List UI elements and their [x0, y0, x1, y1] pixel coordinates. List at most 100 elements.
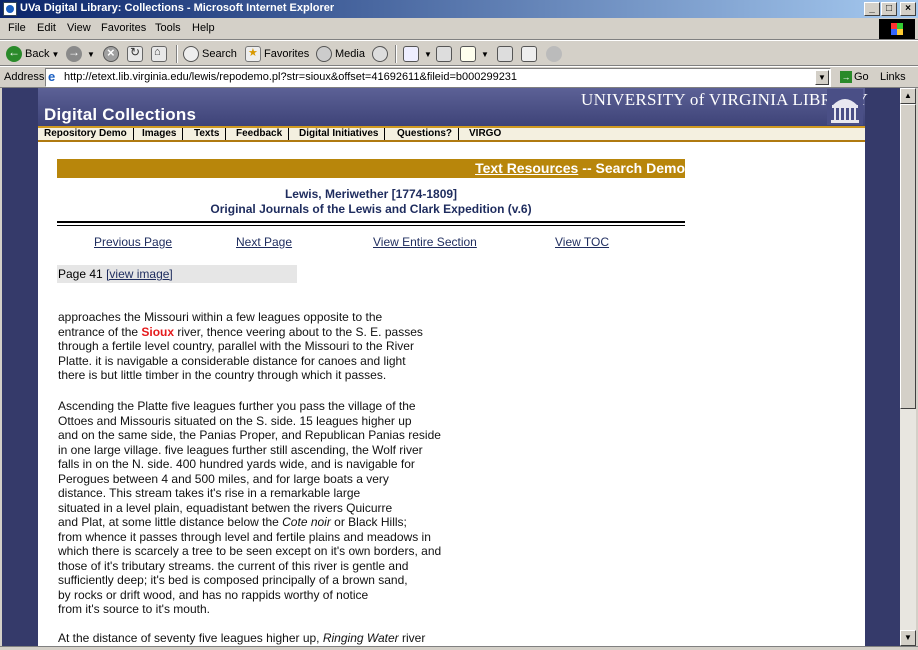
menu-help[interactable]: Help	[192, 22, 215, 34]
previous-page-link[interactable]: Previous Page	[94, 235, 172, 249]
favorites-label: Favorites	[264, 48, 310, 60]
text-line: and Plat, at some little distance below …	[58, 515, 407, 529]
rotunda-logo-icon	[827, 89, 863, 125]
print-button[interactable]	[436, 44, 455, 64]
menu-favorites[interactable]: Favorites	[101, 22, 146, 34]
nav-repository-demo[interactable]: Repository Demo	[44, 128, 134, 140]
italic-place-name: Cote noir	[282, 515, 331, 529]
minimize-button[interactable]: _	[864, 2, 880, 16]
text-resources-link[interactable]: Text Resources	[475, 160, 578, 176]
history-icon	[372, 46, 388, 62]
scroll-thumb[interactable]	[900, 104, 916, 409]
text-line: sufficiently deep; it's bed is composed …	[58, 573, 408, 587]
text-line: Ottoes and Missouris situated on the S. …	[58, 413, 412, 428]
text-paragraph-2: Ascending the Platte five leagues furthe…	[58, 399, 478, 617]
text-line: Ascending the Platte five leagues furthe…	[58, 399, 416, 413]
site-nav: Repository Demo Images Texts Feedback Di…	[38, 126, 865, 142]
mail-icon	[403, 46, 419, 62]
toolbar-separator	[176, 45, 178, 63]
edit-icon	[460, 46, 476, 62]
stop-icon	[103, 45, 119, 62]
back-button[interactable]: Back ▼	[6, 44, 61, 64]
forward-button[interactable]: ▼	[66, 44, 97, 64]
messenger-icon	[546, 46, 562, 62]
text-line: approaches the Missouri within a few lea…	[58, 310, 383, 324]
media-icon	[316, 46, 332, 62]
favorites-button[interactable]: Favorites	[245, 44, 309, 64]
section-header: Text Resources -- Search Demo	[475, 160, 685, 176]
stop-button[interactable]	[103, 44, 122, 64]
nav-images[interactable]: Images	[142, 128, 184, 140]
text-line: Perogues between 4 and 500 miles, and fo…	[58, 471, 389, 486]
search-hit-highlight: Sioux	[141, 324, 175, 339]
menu-view[interactable]: View	[67, 22, 91, 34]
messenger-button[interactable]	[546, 44, 565, 64]
favorites-star-icon	[245, 46, 261, 62]
search-label: Search	[202, 48, 237, 60]
search-button[interactable]: Search	[183, 44, 237, 64]
media-button[interactable]: Media	[316, 44, 365, 64]
maximize-button[interactable]: □	[881, 2, 897, 16]
chevron-down-icon[interactable]: ▼	[424, 50, 432, 59]
research-button[interactable]	[521, 44, 540, 64]
menu-file[interactable]: File	[8, 22, 26, 34]
address-bar: Address e http://etext.lib.virginia.edu/…	[0, 66, 918, 88]
go-arrow-icon: →	[840, 71, 852, 83]
page-viewport: Digital Collections UNIVERSITY of VIRGIN…	[2, 88, 900, 646]
nav-questions[interactable]: Questions?	[397, 128, 460, 140]
history-button[interactable]	[372, 44, 391, 64]
scroll-down-icon[interactable]: ▼	[900, 630, 916, 646]
discuss-button[interactable]	[497, 44, 516, 64]
nav-texts[interactable]: Texts	[194, 128, 227, 140]
chevron-down-icon[interactable]: ▼	[51, 50, 59, 59]
page-right-border	[865, 88, 900, 646]
chevron-down-icon[interactable]: ▼	[481, 50, 489, 59]
view-toc-link[interactable]: View TOC	[555, 235, 609, 249]
view-image-link[interactable]: [view image]	[106, 267, 173, 281]
page-left-border	[2, 88, 38, 646]
close-button[interactable]: ×	[900, 2, 916, 16]
ie-app-icon	[3, 2, 17, 16]
refresh-button[interactable]	[127, 44, 146, 64]
next-page-link[interactable]: Next Page	[236, 235, 292, 249]
text-line: Platte. it is navigable a considerable d…	[58, 353, 406, 368]
text-line: through a fertile level country, paralle…	[58, 339, 414, 353]
home-button[interactable]	[151, 44, 170, 64]
status-bar	[0, 646, 918, 650]
search-demo-label: -- Search Demo	[582, 160, 685, 176]
text-line: At the distance of seventy five leagues …	[58, 631, 426, 645]
nav-digital-initiatives[interactable]: Digital Initiatives	[299, 128, 386, 140]
go-button[interactable]: → Go	[840, 71, 869, 83]
menu-bar: File Edit View Favorites Tools Help	[0, 18, 918, 40]
address-url[interactable]: http://etext.lib.virginia.edu/lewis/repo…	[64, 71, 517, 83]
divider-thin	[57, 225, 685, 226]
mail-button[interactable]: ▼	[403, 44, 434, 64]
text-line: from it's source to it's mouth.	[58, 602, 210, 616]
text-line: those of it's tributary streams. the cur…	[58, 558, 409, 573]
chevron-down-icon[interactable]: ▼	[87, 50, 95, 59]
page-info: Page 41 [view image]	[57, 265, 297, 283]
text-line: situated in a level plain, equadistant b…	[58, 500, 393, 515]
window-title-bar: UVa Digital Library: Collections - Micro…	[0, 0, 918, 18]
text-line: entrance of the Sioux river, thence veer…	[58, 324, 423, 339]
media-label: Media	[335, 48, 365, 60]
address-input[interactable]: e http://etext.lib.virginia.edu/lewis/re…	[45, 68, 831, 87]
work-title: Original Journals of the Lewis and Clark…	[210, 202, 532, 216]
vertical-scrollbar[interactable]: ▲ ▼	[900, 88, 916, 646]
nav-feedback[interactable]: Feedback	[236, 128, 290, 140]
address-label: Address	[4, 71, 45, 83]
address-dropdown-icon[interactable]: ▼	[815, 70, 829, 85]
back-arrow-icon	[6, 45, 22, 62]
links-button[interactable]: Links	[880, 71, 906, 83]
site-title[interactable]: Digital Collections	[44, 105, 196, 125]
menu-tools[interactable]: Tools	[155, 22, 181, 34]
nav-virgo[interactable]: VIRGO	[469, 128, 507, 140]
text-paragraph-3: At the distance of seventy five leagues …	[58, 631, 478, 646]
text-line: from whence it passes through level and …	[58, 529, 431, 544]
author-heading: Lewis, Meriwether [1774-1809]	[284, 187, 458, 201]
view-entire-section-link[interactable]: View Entire Section	[373, 235, 477, 249]
edit-button[interactable]: ▼	[460, 44, 491, 64]
menu-edit[interactable]: Edit	[37, 22, 56, 34]
university-logo[interactable]: UNIVERSITY of VIRGINIA LIBRARY	[581, 90, 868, 110]
scroll-up-icon[interactable]: ▲	[900, 88, 916, 104]
